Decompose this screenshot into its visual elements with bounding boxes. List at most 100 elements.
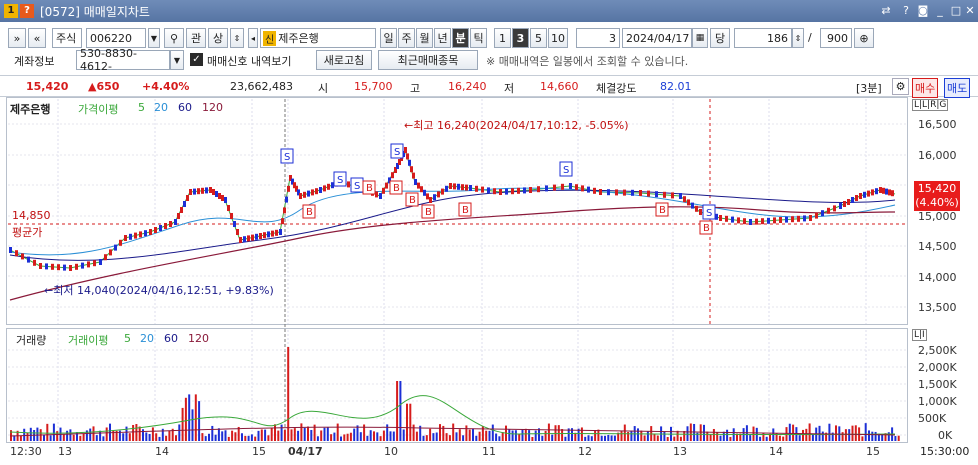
volume-bar (868, 430, 870, 441)
volume-bar (359, 432, 362, 441)
volume-bar (260, 429, 263, 441)
volume-bar (346, 433, 349, 441)
volume-scale-mode[interactable]: L|I (912, 329, 927, 341)
volume-bar (105, 427, 108, 441)
volume-bar (307, 426, 309, 441)
volume-bar (478, 431, 481, 441)
volume-bar (310, 429, 313, 441)
price-candle (839, 203, 842, 209)
price-candle (827, 207, 830, 214)
price-candle (523, 187, 526, 194)
volume-bar (102, 436, 105, 441)
price-candle (461, 184, 464, 191)
volume-bar (432, 433, 435, 441)
volume-bar (145, 432, 148, 441)
price-candle (227, 205, 230, 211)
legend-vol-ma20: 20 (140, 332, 154, 345)
price-candle (45, 263, 48, 270)
volume-bar (604, 435, 606, 441)
volume-bar (415, 431, 418, 441)
volume-bar (280, 424, 283, 441)
volume-bar (99, 430, 102, 441)
price-candle (251, 234, 254, 241)
volume-bar (514, 430, 517, 441)
volume-bar (244, 435, 247, 441)
volume-bar (46, 423, 49, 441)
volume-bar (455, 432, 458, 441)
volume-bar (524, 428, 527, 441)
price-candle (233, 221, 236, 227)
time-tick-label: 12 (578, 445, 592, 458)
volume-bar (561, 429, 564, 441)
volume-bar (663, 431, 666, 441)
price-candle (63, 264, 66, 271)
volume-bar (676, 430, 679, 441)
price-candle (243, 236, 246, 243)
time-tick-label: 13 (673, 445, 687, 458)
price-candle (481, 186, 484, 193)
volume-bar (194, 394, 197, 441)
price-candle (209, 187, 212, 193)
price-candle (882, 187, 885, 194)
price-candle (833, 205, 836, 212)
volume-bar (448, 435, 451, 441)
sell-signal-label: S (354, 181, 360, 192)
volume-bar (316, 436, 319, 441)
volume-bar (729, 436, 732, 441)
volume-bar (49, 435, 52, 441)
volume-bar (854, 425, 857, 441)
price-candle (426, 193, 429, 200)
volume-bar (287, 347, 290, 441)
volume-bar (353, 428, 356, 441)
price-candle (561, 183, 564, 190)
price-candle (695, 205, 698, 212)
volume-bar (802, 429, 804, 441)
buy-signal-label: B (659, 205, 666, 216)
volume-bar (534, 430, 537, 441)
time-tick-label: 15 (252, 445, 266, 458)
price-candle (607, 189, 610, 196)
sell-signal-label: S (337, 175, 343, 186)
legend-ma20: 20 (154, 101, 168, 114)
volume-bar (250, 434, 253, 441)
volume-bar (95, 435, 98, 441)
price-candle (382, 187, 385, 194)
time-tick-label: 12:30 (10, 445, 42, 458)
volume-bar (861, 436, 864, 441)
price-candle (247, 235, 250, 242)
volume-bar (887, 432, 890, 441)
price-candle (406, 153, 409, 160)
volume-bar (528, 430, 531, 441)
volume-bar (409, 403, 412, 441)
price-candle (183, 201, 186, 207)
volume-bar (656, 435, 659, 441)
volume-bar (574, 432, 577, 441)
volume-bar (501, 432, 504, 441)
buy-signal-label: B (462, 205, 469, 216)
volume-bar (208, 433, 210, 441)
price-candle (21, 253, 24, 260)
price-candle (69, 265, 72, 271)
price-candle (593, 187, 596, 194)
price-candle (875, 188, 878, 195)
volume-bar (19, 435, 22, 441)
price-candle (423, 189, 426, 196)
price-candle (843, 201, 846, 207)
price-scale-mode[interactable]: L|L|R|G (912, 99, 949, 111)
volume-bar (297, 430, 300, 441)
volume-bar (465, 425, 468, 441)
price-candle (797, 215, 800, 222)
last-price-marker: 15,420 (4.40%) (914, 181, 960, 211)
price-candle (39, 263, 42, 269)
price-candle (230, 213, 233, 219)
volume-bar (709, 434, 712, 441)
volume-bar (270, 427, 273, 441)
price-candle (218, 193, 221, 199)
price-tick-label: 16,500 (918, 118, 957, 131)
volume-bar (719, 435, 722, 441)
legend-ma60: 60 (178, 101, 192, 114)
volume-bar (412, 424, 415, 441)
price-candle (815, 212, 818, 219)
price-candle (412, 172, 415, 179)
price-candle (655, 191, 658, 198)
